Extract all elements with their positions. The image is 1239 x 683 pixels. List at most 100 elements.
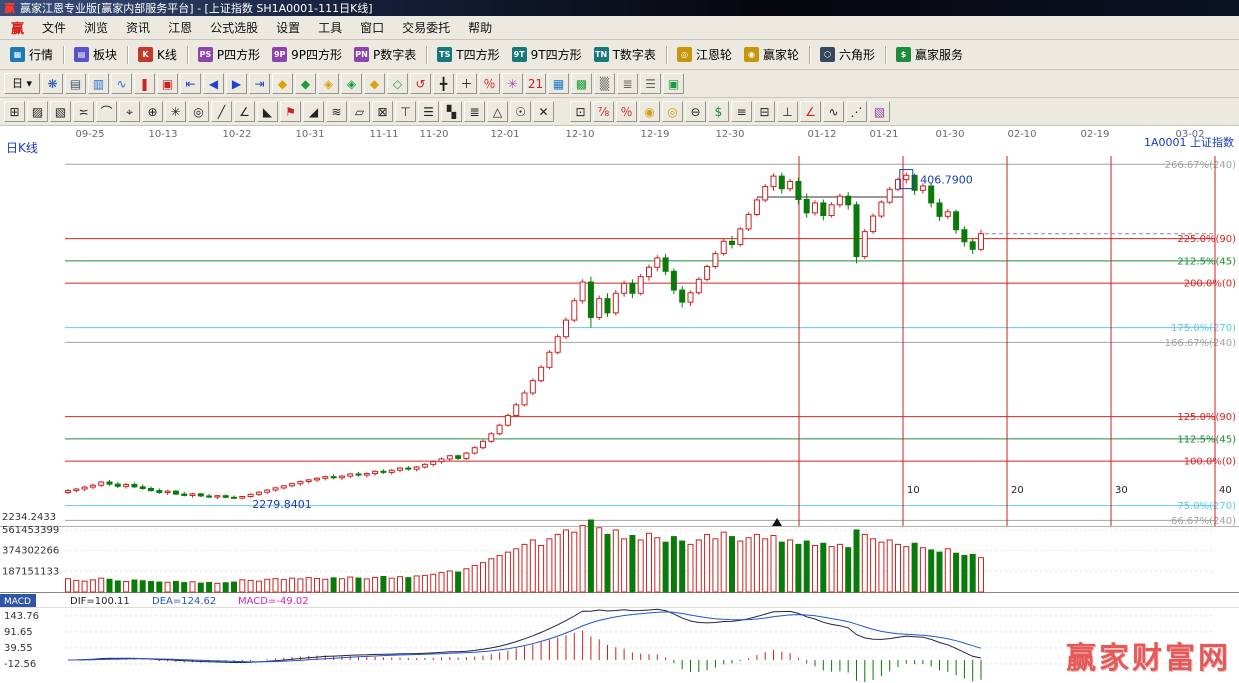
- menu-item-window[interactable]: 窗口: [351, 16, 393, 39]
- winner-wheel-button[interactable]: ◉赢家轮: [738, 42, 805, 67]
- flag-tool[interactable]: ⚑: [280, 101, 301, 122]
- p-square-button[interactable]: PSP四方形: [192, 42, 266, 67]
- star-tool-icon[interactable]: ✳: [502, 73, 523, 94]
- sector-button[interactable]: ▤板块: [68, 42, 123, 67]
- candle-style-icon[interactable]: ❚: [134, 73, 155, 94]
- volume-bar: [66, 579, 71, 592]
- chart-doc-icon[interactable]: ▤: [65, 73, 86, 94]
- volume-bar: [688, 544, 693, 592]
- hatch-tool-2[interactable]: ▧: [50, 101, 71, 122]
- overlay-tool[interactable]: ▧: [869, 101, 890, 122]
- diagonal-line-tool[interactable]: ╱: [211, 101, 232, 122]
- target-tool[interactable]: ◎: [188, 101, 209, 122]
- blue-panel-icon[interactable]: ▦: [548, 73, 569, 94]
- menu-item-help[interactable]: 帮助: [459, 16, 501, 39]
- last-bar-button[interactable]: ⇥: [249, 73, 270, 94]
- price-label-tool[interactable]: $: [708, 101, 729, 122]
- export-icon[interactable]: ▣: [663, 73, 684, 94]
- gann-square-tool-4[interactable]: ◈: [341, 73, 362, 94]
- volume-bar: [796, 544, 801, 592]
- fraction-tool[interactable]: ⅞: [593, 101, 614, 122]
- first-bar-button[interactable]: ⇤: [180, 73, 201, 94]
- hatch-tool-1[interactable]: ▨: [27, 101, 48, 122]
- delete-tool[interactable]: ✕: [533, 101, 554, 122]
- ruler-tool[interactable]: ≍: [73, 101, 94, 122]
- diag-grid-tool[interactable]: ▚: [441, 101, 462, 122]
- percent-measure-icon[interactable]: ％: [479, 73, 500, 94]
- perpendicular-tool[interactable]: ⊥: [777, 101, 798, 122]
- grid-square-tool[interactable]: ⊞: [4, 101, 25, 122]
- minus-circle-tool[interactable]: ⊖: [685, 101, 706, 122]
- candle-body: [713, 254, 718, 267]
- triangle-tool[interactable]: ◣: [257, 101, 278, 122]
- menu-item-file[interactable]: 文件: [33, 16, 75, 39]
- gann-fan-tool[interactable]: ◢: [303, 101, 324, 122]
- gann-wheel-button[interactable]: ◎江恩轮: [671, 42, 738, 67]
- volume-bar: [605, 534, 610, 592]
- gann-square-tool-5[interactable]: ◆: [364, 73, 385, 94]
- sine-tool[interactable]: ∿: [823, 101, 844, 122]
- wave-tool[interactable]: ≋: [326, 101, 347, 122]
- golden-circle-tool[interactable]: ◉: [639, 101, 660, 122]
- lines-tool[interactable]: ☰: [418, 101, 439, 122]
- list-panel-icon[interactable]: ≣: [617, 73, 638, 94]
- candle-body: [497, 425, 502, 434]
- menu-item-tools[interactable]: 工具: [309, 16, 351, 39]
- calendar-21-icon[interactable]: 21: [525, 73, 546, 94]
- red-angle-tool[interactable]: ∠: [800, 101, 821, 122]
- gann-square-tool-1[interactable]: ◆: [272, 73, 293, 94]
- crosshair-tool-icon[interactable]: ╋: [433, 73, 454, 94]
- gann-square-tool-6[interactable]: ◇: [387, 73, 408, 94]
- cross-box-tool[interactable]: ⊠: [372, 101, 393, 122]
- green-panel-icon[interactable]: ▩: [571, 73, 592, 94]
- p9-square-button[interactable]: 9P9P四方形: [266, 42, 348, 67]
- t-square-button[interactable]: TST四方形: [431, 42, 505, 67]
- kline-button[interactable]: KK线: [132, 42, 183, 67]
- compass-tool[interactable]: ⌖: [119, 101, 140, 122]
- gann-web-icon[interactable]: ❋: [42, 73, 63, 94]
- undo-tool-icon[interactable]: ↺: [410, 73, 431, 94]
- gann-circle-tool[interactable]: ⊕: [142, 101, 163, 122]
- menu-item-formula-pick[interactable]: 公式选股: [201, 16, 267, 39]
- hexagon-button[interactable]: ⬡六角形: [814, 42, 881, 67]
- gann-square-tool-3[interactable]: ◈: [318, 73, 339, 94]
- bar-chart-icon[interactable]: ▥: [88, 73, 109, 94]
- quote-button[interactable]: ▦行情: [4, 42, 59, 67]
- volume-bar: [348, 577, 353, 592]
- arc-tool[interactable]: ⌒: [96, 101, 117, 122]
- tsquare-tool[interactable]: ⊤: [395, 101, 416, 122]
- percent-tool[interactable]: ％: [616, 101, 637, 122]
- menu-item-browse[interactable]: 浏览: [75, 16, 117, 39]
- layers-icon[interactable]: ☰: [640, 73, 661, 94]
- zoom-tool-icon[interactable]: ＋: [456, 73, 477, 94]
- p-number-table-button[interactable]: PNP数字表: [348, 42, 422, 67]
- volume-bar: [862, 534, 867, 592]
- next-bar-button[interactable]: ▶: [226, 73, 247, 94]
- line-chart-icon[interactable]: ∿: [111, 73, 132, 94]
- menu-item-gann[interactable]: 江恩: [159, 16, 201, 39]
- asterisk-tool[interactable]: ✳: [165, 101, 186, 122]
- grid-panel-icon[interactable]: ▒: [594, 73, 615, 94]
- menu-item-news[interactable]: 资讯: [117, 16, 159, 39]
- gann-square-tool-2[interactable]: ◆: [295, 73, 316, 94]
- compress-view-icon[interactable]: ▣: [157, 73, 178, 94]
- prev-bar-button[interactable]: ◀: [203, 73, 224, 94]
- menu-item-trade[interactable]: 交易委托: [393, 16, 459, 39]
- box-minus-tool[interactable]: ⊟: [754, 101, 775, 122]
- period-day-dropdown[interactable]: 日 ▾: [4, 73, 40, 94]
- golden-section-tool[interactable]: ◎: [662, 101, 683, 122]
- bars-tool[interactable]: ≡: [731, 101, 752, 122]
- menu-item-settings[interactable]: 设置: [267, 16, 309, 39]
- percent-box-tool[interactable]: ⊡: [570, 101, 591, 122]
- channel-tool[interactable]: ▱: [349, 101, 370, 122]
- tri-up-tool[interactable]: △: [487, 101, 508, 122]
- chart-canvas[interactable]: 09-2510-1310-2210-3111-1111-2012-0112-10…: [0, 126, 1239, 683]
- candle-body: [979, 234, 984, 250]
- list-tool[interactable]: ≣: [464, 101, 485, 122]
- winner-service-button[interactable]: $赢家服务: [890, 42, 969, 67]
- t9-square-button[interactable]: 9T9T四方形: [506, 42, 588, 67]
- circle-dot-tool[interactable]: ☉: [510, 101, 531, 122]
- angle-tool[interactable]: ∠: [234, 101, 255, 122]
- t-number-table-button[interactable]: TNT数字表: [588, 42, 662, 67]
- steps-tool[interactable]: ⋰: [846, 101, 867, 122]
